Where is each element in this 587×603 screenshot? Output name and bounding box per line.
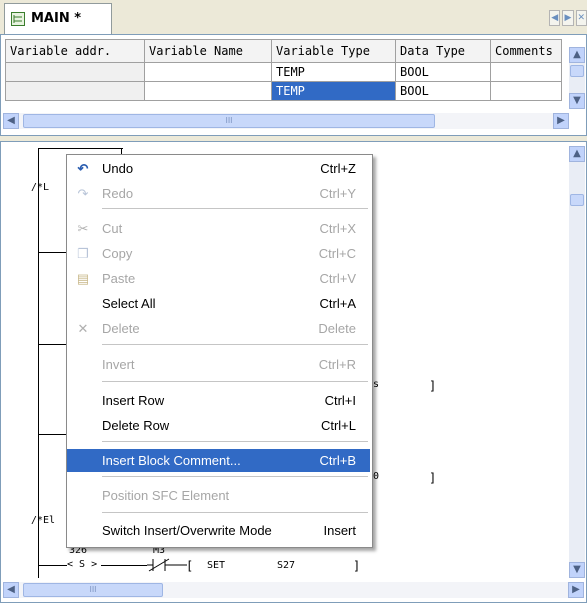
menu-item-undo[interactable]: ↶ Undo Ctrl+Z — [67, 157, 370, 180]
rung-line — [38, 344, 68, 345]
rung-comment-label: /*El — [31, 515, 56, 526]
copy-icon: ❐ — [77, 246, 89, 261]
variable-table: Variable addr. Variable Name Variable Ty… — [5, 39, 562, 101]
column-header-variable-type[interactable]: Variable Type — [271, 39, 396, 63]
cell-comments[interactable] — [490, 62, 562, 82]
menu-item-insert-row[interactable]: Insert Row Ctrl+I — [67, 389, 370, 412]
ladder-vscrollbar[interactable]: ▲ ▼ — [569, 146, 585, 578]
menu-separator — [102, 441, 368, 442]
table-row[interactable]: TEMP BOOL — [5, 62, 562, 82]
ladder-operand-fragment: s — [373, 379, 380, 390]
menu-item-copy[interactable]: ❐ Copy Ctrl+C — [67, 242, 370, 265]
rung-line — [38, 148, 123, 149]
menu-item-insert-block-comment[interactable]: Insert Block Comment... Ctrl+B — [67, 449, 370, 472]
column-header-variable-addr[interactable]: Variable addr. — [5, 39, 145, 63]
delete-icon: ✕ — [77, 321, 89, 336]
scroll-down-icon[interactable]: ▼ — [569, 562, 585, 578]
tab-close-icon[interactable]: ✕ — [575, 10, 587, 26]
menu-separator — [102, 208, 368, 209]
variable-table-vscrollbar[interactable]: ▲ ▼ — [569, 47, 585, 109]
vscroll-thumb[interactable] — [570, 65, 584, 77]
redo-icon: ↷ — [77, 186, 89, 201]
tab-main[interactable]: MAIN * — [4, 3, 112, 34]
column-header-variable-name[interactable]: Variable Name — [144, 39, 272, 63]
cell-data-type[interactable]: BOOL — [395, 62, 491, 82]
cell-variable-addr[interactable] — [5, 81, 145, 101]
cell-variable-addr[interactable] — [5, 62, 145, 82]
menu-item-paste[interactable]: ▤ Paste Ctrl+V — [67, 267, 370, 290]
rung-line — [39, 565, 67, 566]
left-power-rail — [38, 148, 39, 578]
scroll-right-icon[interactable]: ▶ — [553, 113, 569, 129]
ladder-bracket: ] — [429, 379, 437, 393]
context-menu: ↶ Undo Ctrl+Z ↷ Redo Ctrl+Y ✂ Cut Ctrl+X… — [66, 154, 373, 548]
table-header-row: Variable addr. Variable Name Variable Ty… — [5, 39, 562, 63]
ladder-bracket: [ — [186, 559, 194, 573]
ladder-function-name[interactable]: SET — [207, 560, 225, 571]
cut-icon: ✂ — [77, 221, 89, 236]
ladder-operand-fragment: 0 — [373, 471, 380, 482]
menu-item-position-sfc-element[interactable]: Position SFC Element — [67, 484, 370, 507]
tab-strip: MAIN * ◀ ▶ ✕ — [0, 0, 587, 35]
ladder-coil-s[interactable]: < S > — [67, 559, 97, 570]
scroll-left-icon[interactable]: ◀ — [3, 113, 19, 129]
tab-navigation: ◀ ▶ ✕ — [549, 10, 587, 26]
menu-item-delete-row[interactable]: Delete Row Ctrl+L — [67, 414, 370, 437]
column-header-comments[interactable]: Comments — [490, 39, 562, 63]
menu-separator — [102, 476, 368, 477]
menu-separator — [102, 344, 368, 345]
ladder-hscrollbar[interactable]: ◀ III ▶ — [3, 582, 584, 598]
rung-line — [38, 252, 68, 253]
cell-variable-type-selected[interactable]: TEMP — [271, 81, 396, 101]
menu-item-invert[interactable]: Invert Ctrl+R — [67, 353, 370, 376]
undo-icon: ↶ — [77, 161, 89, 176]
scroll-down-icon[interactable]: ▼ — [569, 93, 585, 109]
scroll-right-icon[interactable]: ▶ — [568, 582, 584, 598]
cell-variable-name[interactable] — [144, 81, 272, 101]
cell-variable-name[interactable] — [144, 62, 272, 82]
vscroll-thumb[interactable] — [570, 194, 584, 206]
menu-separator — [102, 512, 368, 513]
paste-icon: ▤ — [76, 271, 90, 286]
menu-item-switch-insert-overwrite[interactable]: Switch Insert/Overwrite Mode Insert — [67, 519, 370, 542]
rung-comment-label: /*L — [31, 182, 50, 193]
rung-line — [38, 434, 68, 435]
tab-main-label: MAIN * — [31, 11, 82, 26]
ladder-bracket: ] — [353, 559, 361, 573]
menu-item-cut[interactable]: ✂ Cut Ctrl+X — [67, 217, 370, 240]
variable-table-hscrollbar[interactable]: ◀ III ▶ — [3, 113, 569, 129]
ladder-bracket: ] — [429, 471, 437, 485]
scroll-up-icon[interactable]: ▲ — [569, 146, 585, 162]
cell-data-type[interactable]: BOOL — [395, 81, 491, 101]
scroll-left-icon[interactable]: ◀ — [3, 582, 19, 598]
hscroll-thumb[interactable]: III — [23, 583, 163, 597]
tab-scroll-right-icon[interactable]: ▶ — [562, 10, 574, 26]
hscroll-thumb[interactable]: III — [23, 114, 435, 128]
cell-variable-type[interactable]: TEMP — [271, 62, 396, 82]
menu-item-select-all[interactable]: Select All Ctrl+A — [67, 292, 370, 315]
ladder-function-operand[interactable]: S27 — [277, 560, 295, 571]
cell-comments[interactable] — [490, 81, 562, 101]
column-header-data-type[interactable]: Data Type — [395, 39, 491, 63]
tab-scroll-left-icon[interactable]: ◀ — [549, 10, 561, 26]
table-row[interactable]: TEMP BOOL — [5, 81, 562, 101]
rung-line — [101, 565, 147, 566]
menu-separator — [102, 381, 368, 382]
menu-item-delete[interactable]: ✕ Delete Delete — [67, 317, 370, 340]
ladder-program-icon — [11, 12, 25, 26]
variable-table-panel: Variable addr. Variable Name Variable Ty… — [0, 34, 587, 136]
menu-item-redo[interactable]: ↷ Redo Ctrl+Y — [67, 182, 370, 205]
scroll-up-icon[interactable]: ▲ — [569, 47, 585, 63]
normally-closed-contact-icon[interactable] — [147, 557, 187, 573]
